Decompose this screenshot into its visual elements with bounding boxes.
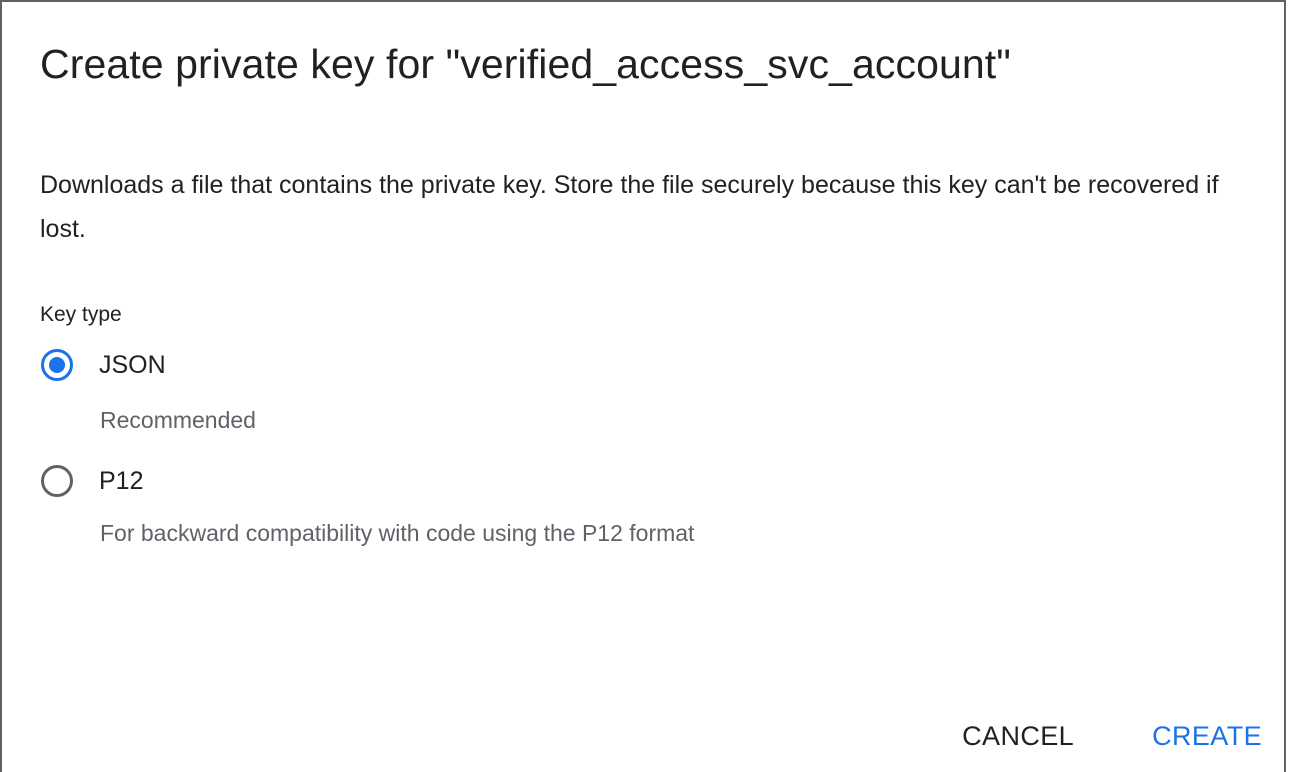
p12-helper-text: For backward compatibility with code usi… [100,520,695,546]
create-button[interactable]: CREATE [1152,716,1262,756]
create-private-key-dialog: Create private key for "verified_access_… [0,0,1286,772]
key-type-label: Key type [40,303,122,326]
radio-label-json: JSON [99,351,166,379]
dialog-title: Create private key for "verified_access_… [40,41,1011,87]
cancel-button[interactable]: CANCEL [962,716,1074,756]
key-type-option-p12[interactable]: P12 [40,464,143,498]
radio-unselected-icon[interactable] [40,464,74,498]
radio-label-p12: P12 [99,467,144,495]
json-helper-text: Recommended [100,407,256,433]
dialog-actions: CANCEL CREATE [962,716,1262,756]
key-type-option-json[interactable]: JSON [40,348,166,382]
dialog-description: Downloads a file that contains the priva… [40,171,1219,243]
radio-selected-icon[interactable] [40,348,74,382]
